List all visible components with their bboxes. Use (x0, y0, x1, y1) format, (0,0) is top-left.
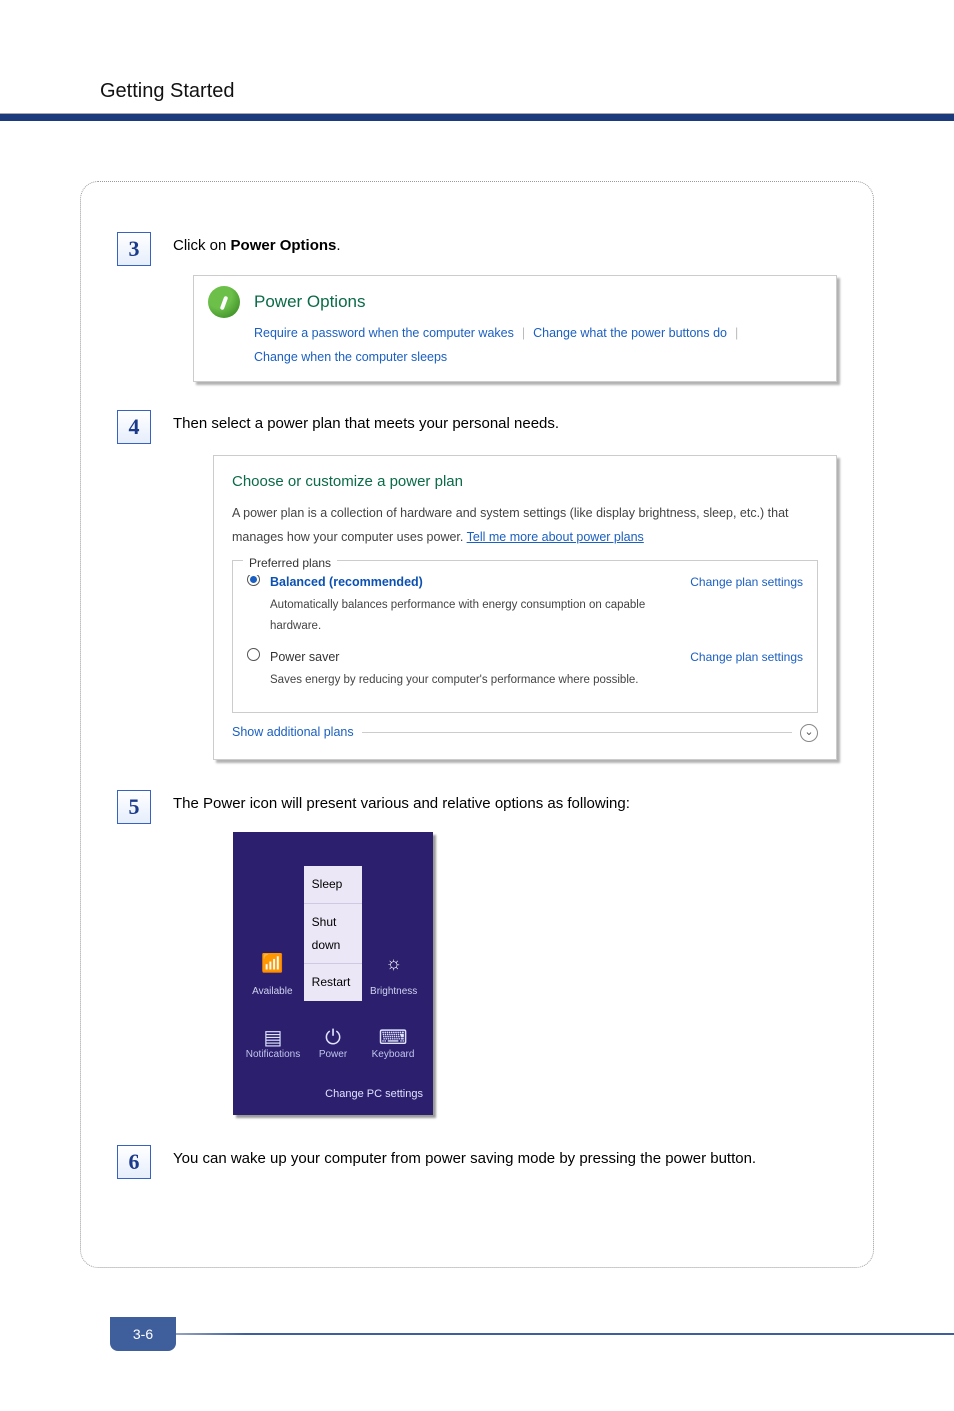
step-3: 3 Click on Power Options. Power Options … (117, 232, 837, 382)
radio-power-saver[interactable] (247, 648, 260, 661)
menu-restart[interactable]: Restart (304, 963, 363, 1001)
po-link-sleep[interactable]: Change when the computer sleeps (254, 350, 447, 364)
step-4: 4 Then select a power plan that meets yo… (117, 410, 837, 759)
plan-saver-name[interactable]: Power saver (270, 646, 680, 670)
plan-balanced-row: Balanced (recommended) Automatically bal… (247, 571, 803, 638)
step-5: 5 The Power icon will present various an… (117, 790, 837, 1116)
power-plan-panel: Choose or customize a power plan A power… (213, 455, 837, 760)
plan-saver-sub: Saves energy by reducing your computer's… (270, 670, 680, 692)
rule-band (0, 114, 954, 121)
choose-plan-title: Choose or customize a power plan (232, 468, 818, 497)
step3-text-post: . (336, 237, 340, 254)
change-pc-settings-link[interactable]: Change PC settings (243, 1084, 423, 1105)
separator: | (735, 326, 738, 340)
page-header: Getting Started (0, 0, 954, 113)
network-label: Available (243, 982, 302, 1001)
divider (362, 732, 792, 733)
footer-rule (120, 1333, 954, 1335)
preferred-plans-fieldset: Preferred plans Balanced (recommended) A… (232, 560, 818, 713)
plan-balanced-sub: Automatically balances performance with … (270, 595, 680, 639)
show-additional-link[interactable]: Show additional plans (232, 721, 354, 745)
show-additional-row: Show additional plans ⌄ (232, 721, 818, 745)
step3-text-pre: Click on (173, 237, 231, 254)
step-number: 6 (117, 1145, 151, 1179)
tell-me-more-link[interactable]: Tell me more about power plans (467, 530, 644, 544)
step-number: 5 (117, 790, 151, 824)
keyboard-label: Keyboard (363, 1045, 423, 1064)
power-menu: Sleep Shut down Restart (304, 866, 363, 1001)
page-number-tab: 3-6 (110, 1317, 176, 1351)
change-settings-balanced[interactable]: Change plan settings (690, 571, 803, 594)
step6-text: You can wake up your computer from power… (173, 1150, 756, 1167)
step-number: 3 (117, 232, 151, 266)
charms-power-panel: 📶 Available Sleep Shut down Restart ☼ Br… (233, 832, 433, 1115)
keyboard-icon[interactable]: ⌨ (363, 1019, 423, 1041)
power-icon[interactable]: ⏻ (303, 1019, 363, 1041)
power-options-title[interactable]: Power Options (254, 286, 746, 318)
plan-description: A power plan is a collection of hardware… (232, 502, 818, 550)
po-link-password[interactable]: Require a password when the computer wak… (254, 326, 514, 340)
brightness-label: Brightness (364, 982, 423, 1001)
step-number: 4 (117, 410, 151, 444)
step-6: 6 You can wake up your computer from pow… (117, 1145, 837, 1179)
notifications-icon[interactable]: ▤ (243, 1019, 303, 1041)
power-options-panel: Power Options Require a password when th… (193, 275, 837, 383)
preferred-plans-legend: Preferred plans (243, 552, 337, 575)
notifications-label: Notifications (243, 1045, 303, 1064)
power-options-icon (208, 286, 240, 318)
menu-sleep[interactable]: Sleep (304, 866, 363, 903)
radio-balanced[interactable] (247, 573, 260, 586)
step4-text: Then select a power plan that meets your… (173, 415, 559, 432)
step3-text-bold: Power Options (231, 237, 337, 254)
step5-text: The Power icon will present various and … (173, 795, 630, 812)
separator: | (522, 326, 525, 340)
brightness-icon[interactable]: ☼ (364, 946, 423, 980)
chevron-down-icon[interactable]: ⌄ (800, 724, 818, 742)
network-icon[interactable]: 📶 (243, 946, 302, 980)
po-link-buttons[interactable]: Change what the power buttons do (533, 326, 727, 340)
menu-shutdown[interactable]: Shut down (304, 903, 363, 964)
power-label: Power (303, 1045, 363, 1064)
content-frame: 3 Click on Power Options. Power Options … (80, 181, 874, 1268)
plan-saver-row: Power saver Saves energy by reducing you… (247, 646, 803, 692)
change-settings-saver[interactable]: Change plan settings (690, 646, 803, 669)
